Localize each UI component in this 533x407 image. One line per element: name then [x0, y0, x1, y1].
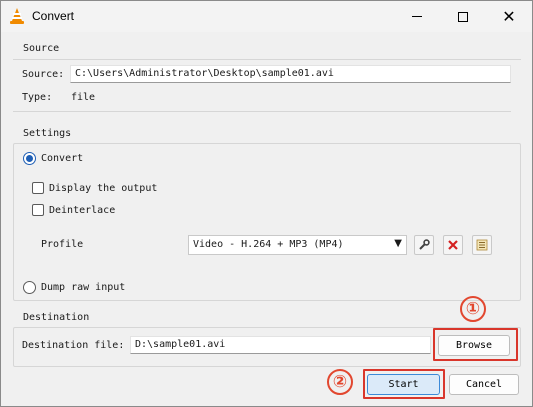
source-bottom-divider	[13, 111, 511, 112]
delete-icon	[448, 240, 458, 250]
source-divider	[13, 59, 521, 60]
close-icon: ✕	[502, 6, 516, 26]
settings-group-label: Settings	[23, 128, 72, 139]
convert-label: Convert	[41, 153, 84, 164]
wrench-icon	[419, 239, 430, 250]
source-label: Source:	[22, 69, 65, 80]
destination-file-field[interactable]: D:\sample01.avi	[130, 336, 431, 354]
deinterlace-label: Deinterlace	[49, 205, 116, 216]
profile-label: Profile	[41, 239, 84, 250]
browse-highlight	[433, 328, 518, 361]
minimize-icon	[412, 16, 422, 17]
minimize-button[interactable]	[394, 1, 440, 32]
list-icon	[476, 239, 488, 251]
settings-group	[13, 143, 521, 301]
step-1-marker: ①	[460, 296, 486, 322]
step-2-marker: ②	[327, 369, 353, 395]
dump-raw-label: Dump raw input	[41, 282, 126, 293]
cancel-button[interactable]: Cancel	[449, 374, 519, 395]
convert-dialog: Convert ✕ Source Source: C:\Users\Admini…	[0, 0, 533, 407]
title-bar: Convert ✕	[1, 1, 532, 32]
source-path-field[interactable]: C:\Users\Administrator\Desktop\sample01.…	[70, 65, 511, 83]
vlc-cone-icon	[10, 8, 24, 24]
type-label: Type:	[22, 92, 53, 103]
destination-group-label: Destination	[23, 312, 90, 323]
start-highlight	[363, 369, 445, 399]
delete-profile-button[interactable]	[443, 235, 463, 255]
type-value: file	[71, 92, 96, 103]
display-output-label: Display the output	[49, 183, 158, 194]
destination-file-label: Destination file:	[22, 340, 125, 351]
new-profile-button[interactable]	[472, 235, 492, 255]
edit-profile-button[interactable]	[414, 235, 434, 255]
maximize-icon	[458, 11, 468, 22]
close-button[interactable]: ✕	[486, 1, 532, 32]
dump-raw-radio[interactable]	[23, 281, 36, 294]
convert-radio[interactable]	[23, 152, 36, 165]
maximize-button[interactable]	[440, 1, 486, 32]
display-output-checkbox[interactable]	[32, 182, 44, 194]
source-group-label: Source	[23, 43, 60, 54]
profile-select[interactable]: Video - H.264 + MP3 (MP4) ▼	[188, 235, 407, 255]
chevron-down-icon: ▼	[394, 238, 402, 249]
deinterlace-checkbox[interactable]	[32, 204, 44, 216]
profile-select-value: Video - H.264 + MP3 (MP4)	[193, 239, 344, 250]
window-title: Convert	[32, 9, 75, 23]
